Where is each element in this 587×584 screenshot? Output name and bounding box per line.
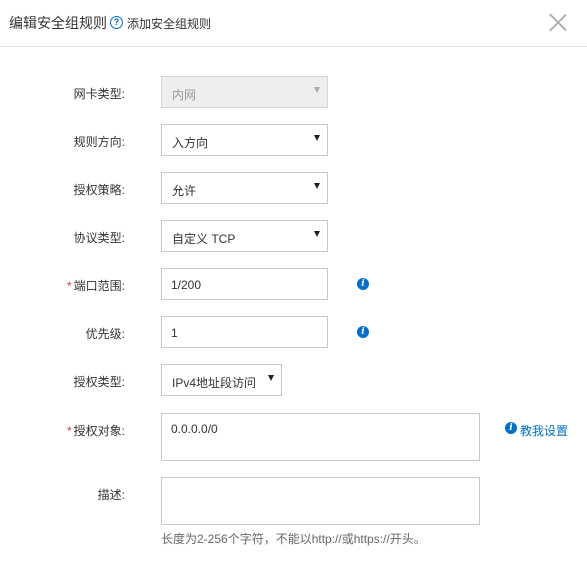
chevron-down-icon [314,231,320,237]
port-range-label: * 端口范围: [67,277,125,294]
auth-type-label: 授权类型: [73,375,125,389]
teach-me-link-text[interactable]: 教我设置 [520,422,568,439]
auth-type-select[interactable]: IPv4地址段访问 [161,364,282,396]
protocol-value: 自定义 TCP [172,232,236,246]
chevron-down-icon [314,87,320,93]
auth-type-value: IPv4地址段访问 [172,376,257,390]
add-rule-help-link[interactable]: 添加安全组规则 [127,15,211,32]
auth-object-label: * 授权对象: [67,422,125,439]
port-range-value: 1/200 [171,278,202,292]
description-hint: 长度为2-256个字符，不能以http://或https://开头。 [161,532,426,546]
priority-label: 优先级: [85,327,125,341]
close-icon[interactable] [548,12,568,32]
direction-label: 规则方向: [73,135,125,149]
dialog-title: 编辑安全组规则 [9,15,107,31]
policy-label: 授权策略: [73,183,125,197]
chevron-down-icon [314,183,320,189]
priority-input[interactable]: 1 [161,316,328,348]
direction-select[interactable]: 入方向 [161,124,328,156]
protocol-label: 协议类型: [73,231,125,245]
priority-value: 1 [171,326,178,340]
policy-select[interactable]: 允许 [161,172,328,204]
direction-value: 入方向 [172,136,209,150]
protocol-select[interactable]: 自定义 TCP [161,220,328,252]
nic-type-select[interactable]: 内网 [161,76,328,108]
dialog-header: 编辑安全组规则 ? 添加安全组规则 [0,0,587,47]
auth-object-input[interactable]: 0.0.0.0/0 [161,413,480,461]
required-marker: * [66,424,72,438]
auth-object-value: 0.0.0.0/0 [171,422,218,436]
nic-type-value: 内网 [172,88,197,102]
info-icon[interactable]: i [357,278,369,290]
required-marker: * [66,279,72,293]
info-icon[interactable]: i [357,326,369,338]
question-icon[interactable]: ? [110,16,123,29]
chevron-down-icon [268,375,274,381]
chevron-down-icon [314,135,320,141]
info-icon: i [505,422,517,434]
description-label: 描述: [97,488,125,502]
nic-type-label: 网卡类型: [73,87,125,101]
auth-object-label-text: 授权对象: [73,424,125,438]
port-range-input[interactable]: 1/200 [161,268,328,300]
port-range-label-text: 端口范围: [73,279,125,293]
policy-value: 允许 [172,184,197,198]
description-input[interactable] [161,477,480,525]
